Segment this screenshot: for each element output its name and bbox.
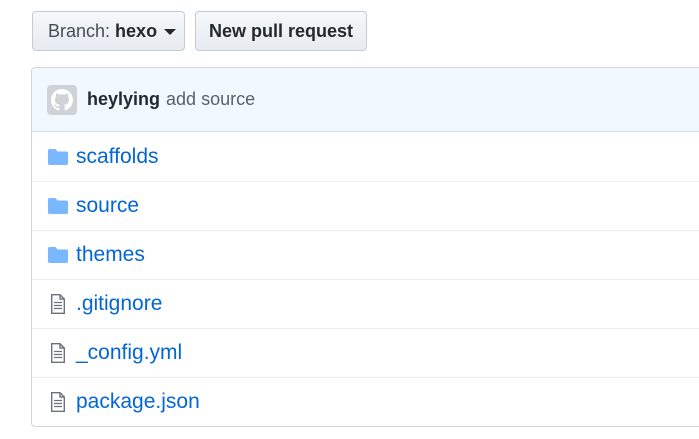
file-row[interactable]: _config.yml xyxy=(32,328,699,377)
folder-icon xyxy=(47,244,69,266)
file-row[interactable]: scaffolds xyxy=(32,132,699,181)
file-name-link[interactable]: scaffolds xyxy=(76,145,159,169)
file-name-link[interactable]: package.json xyxy=(76,390,200,414)
file-row[interactable]: .gitignore xyxy=(32,279,699,328)
file-browser: heylying add source scaffolds source the… xyxy=(31,67,699,427)
file-name-link[interactable]: .gitignore xyxy=(76,292,162,316)
file-row[interactable]: package.json xyxy=(32,377,699,426)
file-row[interactable]: themes xyxy=(32,230,699,279)
commit-message-link[interactable]: add source xyxy=(166,89,255,110)
file-text-icon xyxy=(47,342,69,364)
file-row[interactable]: source xyxy=(32,181,699,230)
file-name-link[interactable]: themes xyxy=(76,243,145,267)
new-pull-request-button[interactable]: New pull request xyxy=(195,11,367,51)
commit-author-link[interactable]: heylying xyxy=(87,89,160,110)
branch-select-button[interactable]: Branch: hexo xyxy=(32,11,185,51)
repo-toolbar: Branch: hexo New pull request xyxy=(32,11,367,51)
latest-commit-bar: heylying add source xyxy=(32,68,699,132)
file-text-icon xyxy=(47,391,69,413)
file-text-icon xyxy=(47,293,69,315)
file-name-link[interactable]: source xyxy=(76,194,139,218)
avatar[interactable] xyxy=(47,84,77,115)
file-list: scaffolds source themes .gitignore _conf… xyxy=(32,132,699,426)
caret-down-icon xyxy=(164,29,177,35)
file-name-link[interactable]: _config.yml xyxy=(76,341,182,365)
branch-prefix-label: Branch: xyxy=(48,20,111,41)
folder-icon xyxy=(47,146,69,168)
folder-icon xyxy=(47,195,69,217)
github-octocat-icon xyxy=(51,88,73,110)
branch-name-label: hexo xyxy=(115,20,158,41)
